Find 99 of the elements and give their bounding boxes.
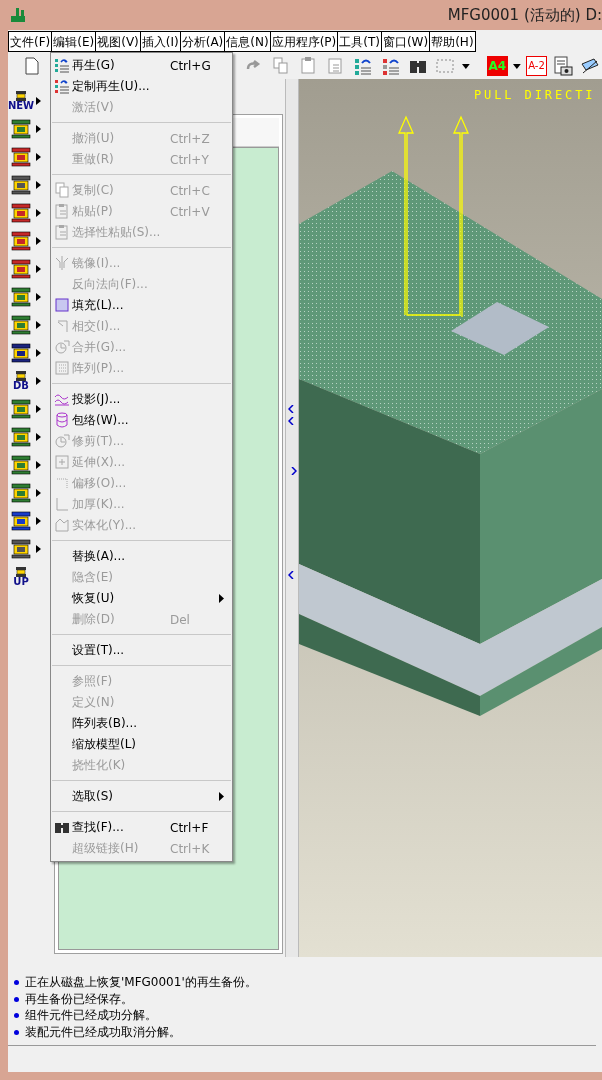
tool-button[interactable] <box>8 117 41 141</box>
compare-button[interactable]: A-2 <box>525 55 548 76</box>
tool-button[interactable] <box>8 453 41 477</box>
mold-icon <box>10 398 32 420</box>
list-arrows-icon <box>54 57 70 73</box>
box-icon <box>54 517 70 533</box>
submenu-arrow-icon <box>36 349 41 357</box>
dotted-corner-icon <box>54 475 70 491</box>
menu-item[interactable]: 投影(J)... <box>51 389 232 410</box>
menu-bar-item[interactable]: 帮助(H) <box>429 31 476 52</box>
tool-button[interactable] <box>8 537 41 561</box>
submenu-arrow-icon <box>36 545 41 553</box>
cylinder-icon <box>54 412 70 428</box>
submenu-arrow-icon <box>36 293 41 301</box>
submenu-arrow-icon <box>36 321 41 329</box>
chevron-right-icon[interactable] <box>291 467 298 475</box>
camera-sheet-icon[interactable] <box>551 53 575 78</box>
tool-button[interactable]: UP <box>8 565 32 589</box>
mold-icon <box>15 567 27 577</box>
clipboard-icon <box>54 224 70 240</box>
menu-item[interactable]: 包络(W)... <box>51 410 232 431</box>
mirror-icon <box>54 255 70 271</box>
tool-button[interactable]: DB <box>8 369 41 393</box>
bracket-icon <box>54 496 70 512</box>
bullet-icon <box>14 1013 19 1019</box>
tool-button[interactable] <box>8 509 41 533</box>
hatched-square-icon <box>54 297 70 313</box>
menu-bar-item[interactable]: 文件(F) <box>8 31 53 52</box>
submenu-arrow-icon <box>36 405 41 413</box>
clock-circle-icon <box>54 433 70 449</box>
menu-bar-item[interactable]: 信息(N) <box>224 31 271 52</box>
message-text: 装配元件已经成功取消分解。 <box>25 1024 181 1040</box>
submenu-arrow-icon <box>36 377 41 385</box>
menu-item[interactable]: 查找(F)... Ctrl+F <box>51 817 232 838</box>
submenu-arrow-icon <box>36 433 41 441</box>
menu-item[interactable]: 恢复(U) <box>51 588 232 609</box>
tool-button[interactable] <box>8 173 41 197</box>
mold-icon <box>15 91 27 101</box>
tool-button[interactable] <box>8 425 41 449</box>
menu-item[interactable]: 选取(S) <box>51 786 232 807</box>
mold-icon <box>10 482 32 504</box>
bullet-icon <box>14 996 19 1002</box>
submenu-arrow-icon <box>219 594 224 603</box>
window-title: MFG0001 (活动的) D: <box>447 5 602 25</box>
submenu-arrow-icon <box>36 125 41 133</box>
menu-item[interactable]: 再生(G) Ctrl+G <box>51 55 232 76</box>
message-text: 再生备份已经保存。 <box>25 991 133 1007</box>
message-text: 组件元件已经成功分解。 <box>25 1008 157 1024</box>
mold-icon <box>15 371 27 381</box>
message-text: 正在从磁盘上恢复'MFG0001'的再生备份。 <box>25 975 257 991</box>
submenu-arrow-icon <box>219 792 224 801</box>
menu-bar-item[interactable]: 编辑(E) <box>51 31 97 52</box>
plus-box-icon <box>54 454 70 470</box>
submenu-arrow-icon <box>36 209 41 217</box>
bullet-icon <box>14 980 19 986</box>
tool-button[interactable] <box>8 313 41 337</box>
submenu-arrow-icon <box>36 153 41 161</box>
menu-bar-item[interactable]: 应用程序(P) <box>269 31 339 52</box>
mold-frame-icon <box>10 118 32 140</box>
mold-icon <box>10 426 32 448</box>
chevron-left-icon[interactable] <box>288 571 295 579</box>
submenu-arrow-icon <box>36 181 41 189</box>
caret-icon[interactable] <box>461 61 471 70</box>
menu-item[interactable]: 定制再生(U)... <box>51 76 232 97</box>
tool-button[interactable]: NEW <box>8 89 41 113</box>
menu-item[interactable]: 缩放模型(L) <box>51 734 232 755</box>
submenu-arrow-icon <box>36 517 41 525</box>
menu-item[interactable]: 替换(A)... <box>51 546 232 567</box>
menu-bar-item[interactable]: 视图(V) <box>95 31 141 52</box>
tool-button[interactable] <box>8 341 41 365</box>
tool-button[interactable] <box>8 201 41 225</box>
menu-bar-item[interactable]: 插入(I) <box>139 31 181 52</box>
frame-icon <box>10 510 32 532</box>
tool-button[interactable] <box>8 229 41 253</box>
clipboard-icon <box>54 203 70 219</box>
menu-bar-item[interactable]: 分析(A) <box>179 31 226 52</box>
submenu-arrow-icon <box>36 489 41 497</box>
viewport-label: PULL DIRECTI <box>474 88 596 102</box>
menu-bar-item[interactable]: 窗口(W) <box>380 31 431 52</box>
tool-button[interactable] <box>8 145 41 169</box>
app-icon <box>10 7 26 23</box>
menu-item[interactable]: 填充(L)... <box>51 295 232 316</box>
submenu-arrow-icon <box>36 461 41 469</box>
tool-button[interactable] <box>8 285 41 309</box>
list-arrows-icon <box>54 78 70 94</box>
tool-button[interactable] <box>8 257 41 281</box>
caret-icon[interactable] <box>512 61 522 70</box>
submenu-arrow-icon <box>36 237 41 245</box>
tool-button[interactable] <box>8 481 41 505</box>
submenu-arrow-icon <box>36 265 41 273</box>
menu-bar-item[interactable]: 工具(T) <box>337 31 382 52</box>
submenu-arrow-icon <box>36 97 41 105</box>
mold-icon <box>10 454 32 476</box>
pages-icon <box>54 182 70 198</box>
menu-item[interactable]: 阵列表(B)... <box>51 713 232 734</box>
clock-circle-icon <box>54 339 70 355</box>
tool-button[interactable] <box>8 397 41 421</box>
bullet-icon <box>14 1029 19 1035</box>
menu-item[interactable]: 设置(T)... <box>51 640 232 661</box>
